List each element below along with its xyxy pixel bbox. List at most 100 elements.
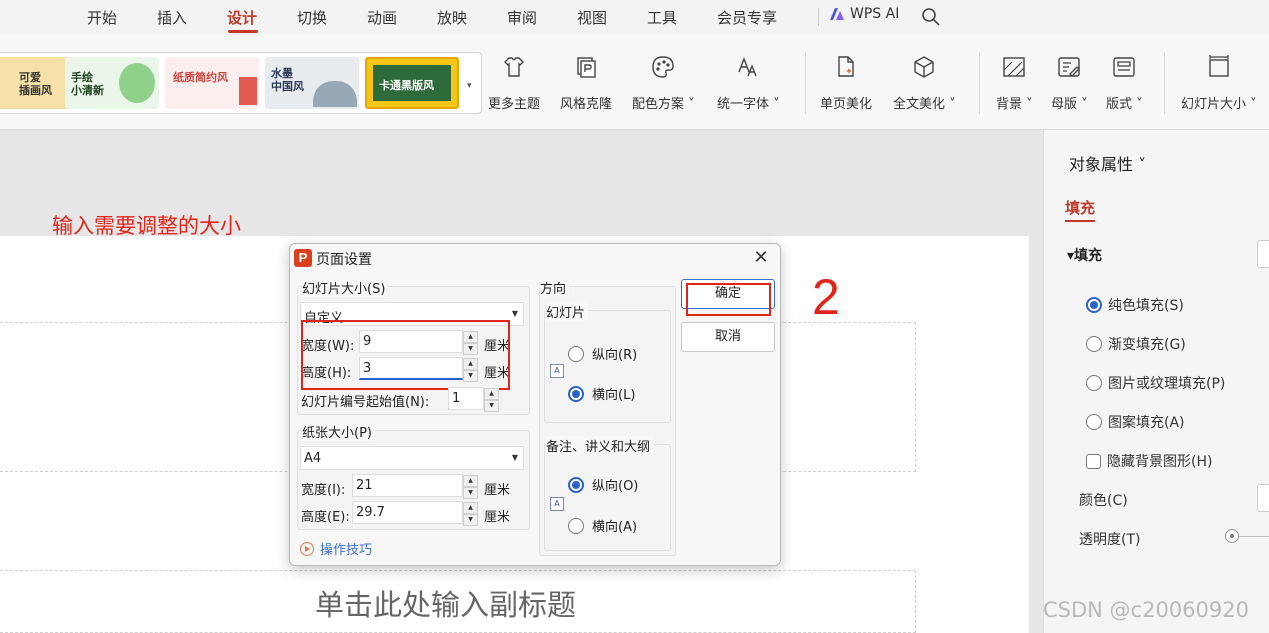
paper-width-input[interactable]: 21 <box>352 474 463 497</box>
tips-link[interactable]: 操作技巧 <box>300 539 372 558</box>
paper-width-unit: 厘米 <box>484 483 511 498</box>
orientation-page-icon: A <box>550 364 564 378</box>
wps-ai-button[interactable]: WPS AI <box>828 6 899 22</box>
menu-transition[interactable]: 切换 <box>297 7 327 28</box>
page-setup-dialog: P 页面设置 ✕ 幻灯片大小(S) 自定义 ▼ 宽度(W): 9 ▲ ▼ 厘米 高… <box>289 243 781 566</box>
background-button[interactable]: 背景 ˅ <box>996 54 1033 112</box>
slide-size-button[interactable]: 幻灯片大小 ˅ <box>1181 54 1257 112</box>
paper-height-input[interactable]: 29.7 <box>352 501 463 524</box>
slides-orientation-label: 幻灯片 <box>546 302 589 321</box>
theme-label: 水墨 中国风 <box>271 67 304 93</box>
theme-cartoon-chalkboard[interactable]: 卡通黑版风 <box>365 57 459 109</box>
paper-size-select[interactable]: A4 ▼ <box>300 446 524 470</box>
full-beautify-icon <box>914 56 935 78</box>
fill-section-dropdown[interactable] <box>1257 240 1269 268</box>
dialog-title: 页面设置 <box>316 252 372 268</box>
paper-size-group-label: 纸张大小(P) <box>302 422 375 441</box>
theme-paper-minimal[interactable]: 纸质简约风 <box>165 57 259 109</box>
menu-insert[interactable]: 插入 <box>157 7 187 28</box>
dialog-titlebar[interactable]: P 页面设置 ✕ <box>290 244 780 272</box>
notes-landscape-radio[interactable]: 横向(A) <box>568 516 637 535</box>
menu-tools[interactable]: 工具 <box>647 7 677 28</box>
hide-background-checkbox[interactable]: 隐藏背景图形(H) <box>1086 451 1212 471</box>
radio-icon <box>1086 375 1102 391</box>
theme-label: 手绘 小清新 <box>71 71 104 97</box>
page-beautify-button[interactable]: 单页美化 <box>820 54 872 112</box>
slide-size-icon <box>1209 55 1229 77</box>
theme-hand-drawn[interactable]: 手绘 小清新 <box>65 57 159 109</box>
active-tab-underline <box>228 30 258 33</box>
search-icon[interactable] <box>921 7 941 27</box>
fill-section-header[interactable]: ▾填充 <box>1067 245 1102 265</box>
start-number-spinner[interactable]: ▲ ▼ <box>484 388 499 412</box>
slides-portrait-label: 纵向(R) <box>592 348 638 363</box>
unify-font-label: 统一字体 ˅ <box>717 97 780 112</box>
color-label: 颜色(C) <box>1079 493 1128 509</box>
menu-animation[interactable]: 动画 <box>367 7 397 28</box>
transparency-label: 透明度(T) <box>1079 532 1141 548</box>
full-beautify-label: 全文美化 ˅ <box>893 97 956 112</box>
paper-size-select-value: A4 <box>304 451 322 466</box>
notes-portrait-radio[interactable]: 纵向(O) <box>568 475 638 494</box>
solid-fill-option[interactable]: 纯色填充(S) <box>1086 295 1184 315</box>
spin-down-icon[interactable]: ▼ <box>463 514 478 526</box>
full-beautify-button[interactable]: 全文美化 ˅ <box>893 54 956 112</box>
start-number-input[interactable]: 1 <box>448 387 484 410</box>
tab-fill[interactable]: 填充 <box>1065 197 1095 218</box>
spin-up-icon[interactable]: ▲ <box>484 388 499 400</box>
style-clone-label: 风格克隆 <box>560 97 613 112</box>
theme-thumb-art <box>313 81 357 107</box>
start-number-label: 幻灯片编号起始值(N): <box>301 395 430 410</box>
background-label: 背景 ˅ <box>996 97 1033 112</box>
annotation-highlight-size <box>301 320 510 390</box>
transparency-slider-track[interactable] <box>1239 536 1269 537</box>
notes-landscape-label: 横向(A) <box>592 520 638 535</box>
tab-fill-underline <box>1065 220 1095 222</box>
master-button[interactable]: 母版 ˅ <box>1051 54 1088 112</box>
more-themes-label: 更多主题 <box>488 97 541 112</box>
ribbon-divider <box>979 52 980 114</box>
more-themes-button[interactable]: 更多主题 <box>488 54 540 112</box>
spin-down-icon[interactable]: ▼ <box>463 487 478 499</box>
picture-fill-option[interactable]: 图片或纹理填充(P) <box>1086 373 1225 393</box>
menu-view[interactable]: 视图 <box>577 7 607 28</box>
paper-height-spinner[interactable]: ▲ ▼ <box>463 502 478 526</box>
slides-portrait-radio[interactable]: 纵向(R) <box>568 344 637 363</box>
menu-divider <box>818 8 819 26</box>
pattern-fill-option[interactable]: 图案填充(A) <box>1086 412 1185 432</box>
color-scheme-button[interactable]: 配色方案 ˅ <box>632 54 695 112</box>
menu-review[interactable]: 审阅 <box>507 7 537 28</box>
theme-label: 纸质简约风 <box>173 71 228 84</box>
layout-button[interactable]: 版式 ˅ <box>1106 54 1143 112</box>
solid-fill-label: 纯色填充(S) <box>1108 298 1184 314</box>
subtitle-placeholder-text[interactable]: 单击此处输入副标题 <box>315 582 576 624</box>
gradient-fill-option[interactable]: 渐变填充(G) <box>1086 334 1186 354</box>
menu-home[interactable]: 开始 <box>87 7 117 28</box>
object-properties-panel: 对象属性 ˅ 填充 ▾填充 纯色填充(S) 渐变填充(G) 图片或纹理填充(P)… <box>1043 130 1269 633</box>
color-picker[interactable] <box>1257 484 1269 512</box>
menu-member[interactable]: 会员专享 <box>717 7 777 28</box>
style-clone-button[interactable]: 风格克隆 <box>560 54 612 112</box>
background-icon <box>1003 57 1026 77</box>
cancel-button[interactable]: 取消 <box>681 322 775 352</box>
close-icon[interactable]: ✕ <box>750 247 772 268</box>
transparency-slider-handle[interactable] <box>1225 529 1239 543</box>
paper-width-spinner[interactable]: ▲ ▼ <box>463 475 478 499</box>
page-beautify-icon <box>838 56 854 77</box>
spin-up-icon[interactable]: ▲ <box>463 502 478 514</box>
gradient-fill-label: 渐变填充(G) <box>1108 337 1186 353</box>
spin-down-icon[interactable]: ▼ <box>484 400 499 412</box>
menu-design[interactable]: 设计 <box>227 7 257 28</box>
slides-landscape-radio[interactable]: 横向(L) <box>568 384 635 403</box>
radio-icon <box>568 517 584 534</box>
panel-title[interactable]: 对象属性 ˅ <box>1069 151 1146 175</box>
spin-up-icon[interactable]: ▲ <box>463 475 478 487</box>
chevron-down-icon: ▼ <box>511 309 518 318</box>
unify-font-button[interactable]: 统一字体 ˅ <box>717 54 780 112</box>
menu-slideshow[interactable]: 放映 <box>437 7 467 28</box>
hide-background-label: 隐藏背景图形(H) <box>1107 454 1213 470</box>
theme-ink-chinese[interactable]: 水墨 中国风 <box>265 57 359 109</box>
theme-gallery-more-icon[interactable]: ▾ <box>467 81 472 91</box>
ribbon-divider <box>805 52 806 114</box>
notes-orientation-label: 备注、讲义和大纲 <box>546 436 654 455</box>
